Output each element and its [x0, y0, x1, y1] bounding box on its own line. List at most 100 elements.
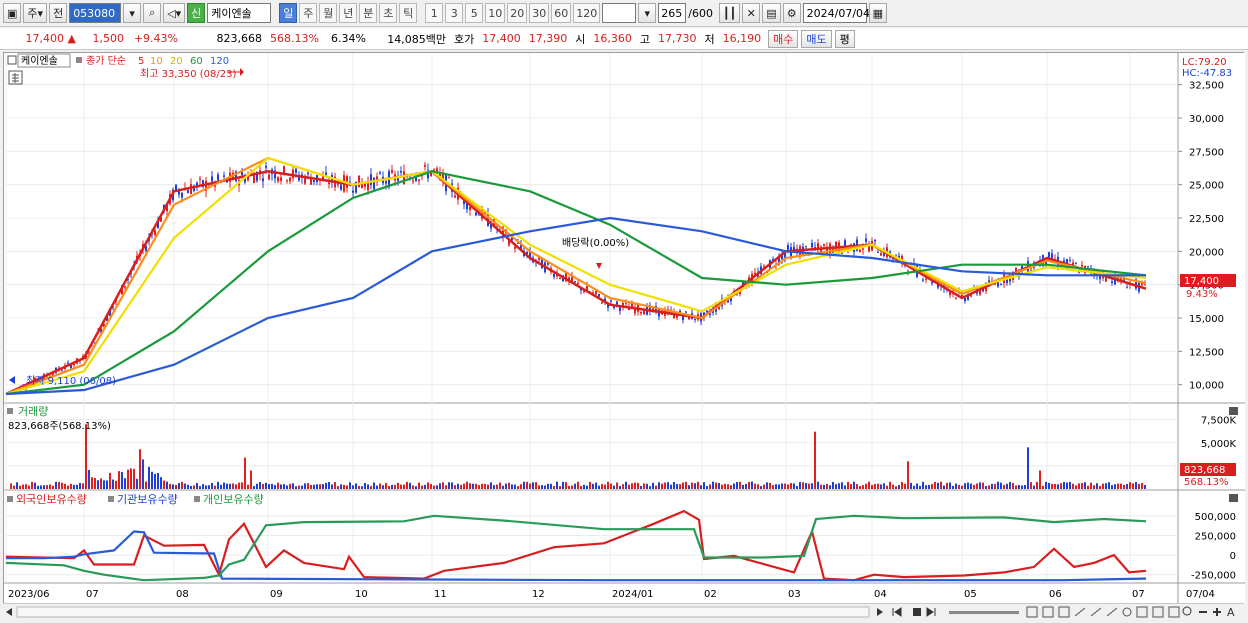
volume-bar [661, 483, 663, 489]
crosshair-icon[interactable]: ✕ [742, 3, 761, 23]
volume-bar [802, 482, 804, 489]
volume-bar [814, 431, 816, 489]
holdings-tick-label: 250,000 [1195, 531, 1236, 542]
individual-toggle-icon[interactable] [194, 496, 200, 502]
layout-icon[interactable]: ▣ [3, 3, 22, 23]
draw-circle-icon[interactable] [1122, 607, 1132, 617]
candle-body [313, 180, 315, 183]
volume-bar [982, 482, 984, 489]
interval-120[interactable]: 120 [573, 3, 601, 23]
interval-3[interactable]: 3 [445, 3, 464, 23]
volume-toggle-icon[interactable] [7, 408, 13, 414]
search-icon[interactable]: ⌕ [143, 3, 162, 23]
volume-bar [979, 482, 981, 489]
period-second[interactable]: 초 [379, 3, 398, 23]
draw-fib-icon[interactable] [1106, 607, 1118, 617]
interval-20[interactable]: 20 [507, 3, 528, 23]
layout-c-icon[interactable] [1058, 606, 1070, 618]
low-price: 16,190 [722, 32, 762, 45]
volume-bar [733, 483, 735, 489]
date-input[interactable]: 2024/07/04 [802, 3, 870, 23]
holdings-toggle-icon[interactable] [7, 496, 13, 502]
institution-toggle-icon[interactable] [108, 496, 114, 502]
save-icon[interactable]: ▤ [762, 3, 781, 23]
chart-svg[interactable]: 케이엔솔 종가 단순 5 10 20 60 120 최고 33,350 (08/… [4, 53, 1245, 605]
period-day[interactable]: 일 [279, 3, 298, 23]
interval-5[interactable]: 5 [465, 3, 484, 23]
volume-bar [784, 483, 786, 489]
code-dropdown-icon[interactable]: ▾ [123, 3, 142, 23]
scrollbar[interactable]: A [3, 603, 1244, 619]
volume-bar [316, 484, 318, 489]
candle-body [418, 179, 420, 182]
pct-tag: 9.43% [1186, 289, 1218, 300]
copy-icon[interactable] [1152, 606, 1164, 618]
period-week[interactable]: 주 [299, 3, 318, 23]
volume-bar [706, 485, 708, 489]
layout-b-icon[interactable] [1042, 606, 1054, 618]
draw-line-icon[interactable] [1074, 607, 1086, 617]
volume-bar [1003, 484, 1005, 489]
volume-bar [421, 485, 423, 489]
scroll-left-icon[interactable] [6, 608, 12, 616]
buy-button[interactable]: 매수 [768, 29, 799, 48]
interval-custom-input[interactable] [602, 3, 637, 23]
scroll-right-icon[interactable] [877, 608, 883, 616]
type-select[interactable]: 주 ▾ [23, 3, 48, 23]
period-minute[interactable]: 분 [359, 3, 378, 23]
play-icon[interactable] [926, 607, 936, 617]
volume-bar [628, 484, 630, 489]
volume-bar [94, 477, 96, 489]
interval-30[interactable]: 30 [529, 3, 550, 23]
rewind-icon[interactable] [892, 607, 902, 617]
candle-body [412, 180, 414, 182]
draw-rect-icon[interactable] [1136, 606, 1148, 618]
volume-bar [727, 484, 729, 489]
period-year[interactable]: 년 [339, 3, 358, 23]
speed-slider[interactable] [949, 611, 1019, 614]
paste-icon[interactable] [1168, 606, 1180, 618]
volume-bar [463, 483, 465, 489]
volume-bar [328, 482, 330, 489]
volume-bar [37, 485, 39, 489]
scroll-track[interactable] [16, 606, 870, 618]
count-input[interactable]: 265 [658, 3, 687, 23]
volume-bar [517, 486, 519, 489]
zoom-icon[interactable] [1182, 606, 1192, 616]
layout-a-icon[interactable] [1026, 606, 1038, 618]
stock-code-input[interactable]: 053080 [69, 3, 122, 23]
high-note: 최고 33,350 (08/23) [140, 68, 236, 80]
volume-bar [184, 483, 186, 489]
gear-icon[interactable]: ⚙ [782, 3, 801, 23]
ask-label: 호가 [454, 32, 475, 46]
text-tool-icon[interactable]: A [1227, 606, 1235, 619]
zoom-in-icon[interactable] [1213, 608, 1221, 616]
eval-button[interactable]: 평 [834, 29, 855, 48]
interval-10[interactable]: 10 [485, 3, 506, 23]
volume-bar [670, 484, 672, 489]
sell-button[interactable]: 매도 [801, 29, 832, 48]
volume-bar [490, 482, 492, 489]
candle-body [391, 170, 393, 173]
stop-icon[interactable] [913, 608, 921, 616]
period-month[interactable]: 월 [319, 3, 338, 23]
interval-60[interactable]: 60 [551, 3, 572, 23]
ma-toggle-icon[interactable] [76, 57, 82, 63]
volume-bar [757, 484, 759, 489]
candle-body [625, 302, 627, 304]
holdings-close-icon[interactable] [1229, 494, 1238, 502]
volume-close-icon[interactable] [1229, 407, 1238, 415]
volume-bar [163, 480, 165, 489]
speaker-icon[interactable]: ◁▾ [163, 3, 186, 23]
volume-bar [376, 485, 378, 489]
interval-dropdown-icon[interactable]: ▾ [638, 3, 657, 23]
candle-icon[interactable]: ┃┃ [719, 3, 741, 23]
calendar-icon[interactable]: ▦ [868, 3, 888, 23]
draw-trend-icon[interactable] [1090, 607, 1102, 617]
period-tick[interactable]: 틱 [399, 3, 418, 23]
volume-bar [601, 483, 603, 489]
interval-1[interactable]: 1 [425, 3, 444, 23]
prev-button[interactable]: 전 [49, 3, 68, 23]
chart-area[interactable]: 케이엔솔 종가 단순 5 10 20 60 120 최고 33,350 (08/… [3, 52, 1245, 605]
stock-name-input[interactable]: 케이엔솔 [207, 3, 272, 23]
